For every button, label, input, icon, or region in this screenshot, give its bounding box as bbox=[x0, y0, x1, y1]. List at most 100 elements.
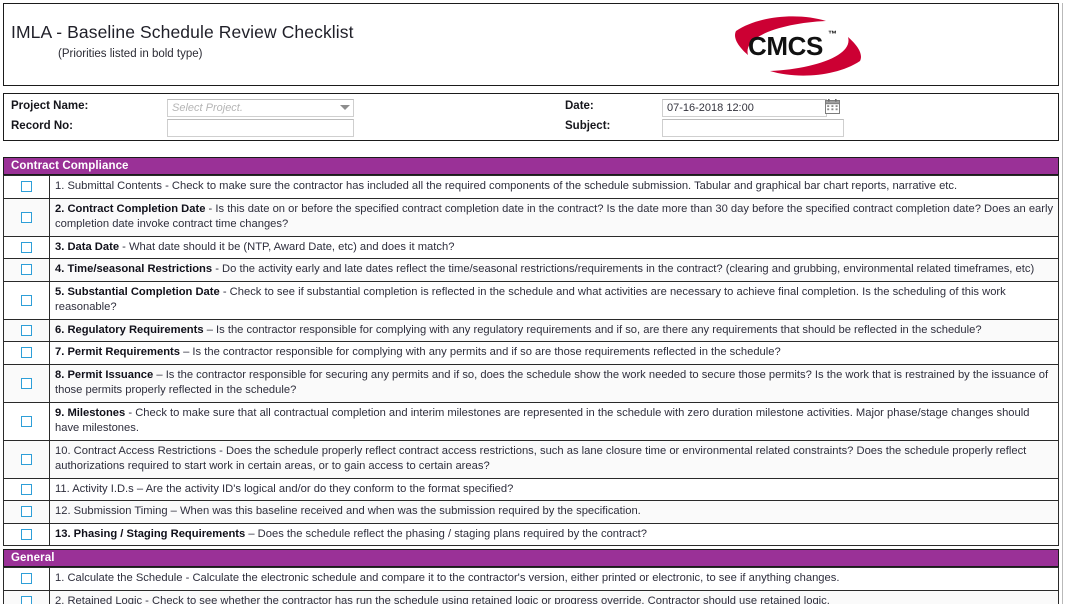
checkbox[interactable] bbox=[21, 264, 32, 276]
subject-input[interactable] bbox=[662, 119, 844, 137]
checklist-item-body: – Is the contractor responsible for secu… bbox=[55, 368, 1049, 397]
checklist-item-body: – Is the contractor responsible for comp… bbox=[179, 346, 781, 358]
checklist-row: 13. Phasing / Staging Requirements – Doe… bbox=[3, 523, 1059, 546]
checklist-item-text: 1. Calculate the Schedule - Calculate th… bbox=[50, 568, 1058, 590]
checkbox[interactable] bbox=[21, 528, 32, 540]
checkbox-cell[interactable] bbox=[4, 501, 50, 523]
checklist-item-text: 13. Phasing / Staging Requirements – Doe… bbox=[50, 524, 1058, 546]
checklist-item-text: 6. Regulatory Requirements – Is the cont… bbox=[50, 320, 1058, 342]
checkbox-cell[interactable] bbox=[4, 198, 50, 236]
checkbox-cell[interactable] bbox=[4, 478, 50, 500]
checklist-page: IMLA - Baseline Schedule Review Checklis… bbox=[0, 0, 1070, 604]
checkbox[interactable] bbox=[21, 483, 32, 495]
record-no-label: Record No: bbox=[11, 120, 73, 132]
checkbox-cell[interactable] bbox=[4, 176, 50, 198]
checkbox[interactable] bbox=[21, 453, 32, 465]
checklist-item-title: 13. Phasing / Staging Requirements bbox=[55, 527, 246, 540]
checklist-row: 4. Time/seasonal Restrictions - Do the a… bbox=[3, 259, 1059, 282]
header-panel: IMLA - Baseline Schedule Review Checklis… bbox=[3, 3, 1059, 86]
checkbox[interactable] bbox=[21, 595, 32, 604]
checklist-row: 2. Retained Logic - Check to see whether… bbox=[3, 590, 1059, 604]
checklist-item-text: 2. Retained Logic - Check to see whether… bbox=[50, 591, 1058, 604]
checklist-item-text: 3. Data Date - What date should it be (N… bbox=[50, 237, 1058, 259]
checklist-row: 6. Regulatory Requirements – Is the cont… bbox=[3, 319, 1059, 342]
checkbox-cell[interactable] bbox=[4, 319, 50, 341]
checkbox-cell[interactable] bbox=[4, 236, 50, 258]
checklist-item-body: 12. Submission Timing – When was this ba… bbox=[55, 505, 641, 517]
checkbox[interactable] bbox=[21, 573, 32, 585]
checklist-item-text: 5. Substantial Completion Date - Check t… bbox=[50, 282, 1058, 319]
checkbox[interactable] bbox=[21, 506, 32, 518]
checkbox-cell[interactable] bbox=[4, 402, 50, 440]
date-label: Date: bbox=[565, 100, 594, 112]
checklist-item-body: 1. Submittal Contents - Check to make su… bbox=[55, 180, 958, 192]
title-block: IMLA - Baseline Schedule Review Checklis… bbox=[11, 22, 354, 60]
checklist-item-body: 11. Activity I.D.s – Are the activity ID… bbox=[55, 482, 514, 495]
checklist-item-body: - Is this date on or before the specifie… bbox=[55, 202, 1054, 231]
checklist-item-body: - What date should it be (NTP, Award Dat… bbox=[119, 240, 455, 253]
checkbox-cell[interactable] bbox=[4, 364, 50, 402]
checklist-item-text: 11. Activity I.D.s – Are the activity ID… bbox=[50, 479, 1058, 501]
checkbox[interactable] bbox=[21, 241, 32, 253]
checklist-item-text: 4. Time/seasonal Restrictions - Do the a… bbox=[50, 259, 1058, 281]
checkbox[interactable] bbox=[21, 324, 32, 336]
section-header: General bbox=[3, 549, 1059, 567]
checkbox-cell[interactable] bbox=[4, 523, 50, 545]
checkbox[interactable] bbox=[21, 415, 32, 427]
page-subtitle: (Priorities listed in bold type) bbox=[58, 48, 203, 60]
checkbox[interactable] bbox=[21, 377, 32, 389]
svg-text:CMCS: CMCS bbox=[748, 31, 823, 61]
checkbox-cell[interactable] bbox=[4, 440, 50, 478]
checkbox[interactable] bbox=[21, 294, 32, 306]
checkbox-cell[interactable] bbox=[4, 281, 50, 319]
checkbox-cell[interactable] bbox=[4, 590, 50, 604]
checklist-item-text: 9. Milestones - Check to make sure that … bbox=[50, 403, 1058, 440]
project-name-select[interactable]: Select Project. bbox=[167, 99, 354, 117]
checklist-item-title: 7. Permit Requirements bbox=[55, 346, 180, 358]
checklist-item-text: 8. Permit Issuance – Is the contractor r… bbox=[50, 365, 1058, 402]
checkbox[interactable] bbox=[21, 181, 32, 193]
checklist-item-text: 2. Contract Completion Date - Is this da… bbox=[50, 199, 1058, 236]
checklist-row: 1. Submittal Contents - Check to make su… bbox=[3, 175, 1059, 199]
svg-text:™: ™ bbox=[828, 29, 837, 39]
checkbox-cell[interactable] bbox=[4, 568, 50, 590]
checklist-item-text: 12. Submission Timing – When was this ba… bbox=[50, 501, 1058, 523]
checklist-item-body: 2. Retained Logic - Check to see whether… bbox=[55, 594, 830, 604]
checklist-row: 11. Activity I.D.s – Are the activity ID… bbox=[3, 478, 1059, 501]
checklist-row: 5. Substantial Completion Date - Check t… bbox=[3, 281, 1059, 320]
checklist-item-title: 9. Milestones bbox=[55, 406, 126, 419]
checklist-item-title: 4. Time/seasonal Restrictions bbox=[55, 263, 213, 275]
calendar-icon[interactable] bbox=[825, 99, 840, 114]
checklist-item-title: 6. Regulatory Requirements bbox=[55, 323, 204, 336]
checklist-row: 12. Submission Timing – When was this ba… bbox=[3, 501, 1059, 524]
checklist-item-body: - Check to make sure that all contractua… bbox=[55, 406, 1030, 435]
scroll-edge bbox=[1062, 0, 1063, 604]
checkbox[interactable] bbox=[21, 347, 32, 359]
checklist-item-title: 3. Data Date bbox=[55, 240, 120, 253]
checklist-item-body: - Do the activity early and late dates r… bbox=[212, 263, 1035, 275]
checklist-item-body: – Is the contractor responsible for comp… bbox=[203, 323, 982, 336]
checklist-item-title: 5. Substantial Completion Date bbox=[55, 285, 220, 298]
checklist-item-text: 10. Contract Access Restrictions - Does … bbox=[50, 441, 1058, 478]
chevron-down-icon[interactable] bbox=[340, 105, 350, 110]
checklist-row: 9. Milestones - Check to make sure that … bbox=[3, 402, 1059, 441]
checklist-item-text: 7. Permit Requirements – Is the contract… bbox=[50, 342, 1058, 364]
scroll-edge-cap bbox=[1062, 0, 1070, 3]
checklist-table: Contract Compliance 1. Submittal Contents… bbox=[3, 157, 1059, 604]
record-no-input[interactable] bbox=[167, 119, 354, 137]
checkbox[interactable] bbox=[21, 211, 32, 223]
checklist-row: 1. Calculate the Schedule - Calculate th… bbox=[3, 567, 1059, 591]
project-name-label: Project Name: bbox=[11, 100, 89, 112]
checkbox-cell[interactable] bbox=[4, 259, 50, 281]
page-title: IMLA - Baseline Schedule Review Checklis… bbox=[11, 22, 354, 42]
checklist-row: 2. Contract Completion Date - Is this da… bbox=[3, 198, 1059, 237]
checklist-item-title: 8. Permit Issuance bbox=[55, 368, 154, 381]
checklist-item-title: 2. Contract Completion Date bbox=[55, 202, 206, 215]
checklist-item-text: 1. Submittal Contents - Check to make su… bbox=[50, 176, 1058, 198]
checkbox-cell[interactable] bbox=[4, 342, 50, 364]
checklist-row: 3. Data Date - What date should it be (N… bbox=[3, 236, 1059, 259]
checklist-row: 7. Permit Requirements – Is the contract… bbox=[3, 342, 1059, 365]
date-input[interactable]: 07-16-2018 12:00 bbox=[662, 99, 827, 117]
cmcs-logo: CMCS ™ bbox=[734, 15, 862, 77]
checklist-item-body: – Does the schedule reflect the phasing … bbox=[245, 527, 647, 540]
